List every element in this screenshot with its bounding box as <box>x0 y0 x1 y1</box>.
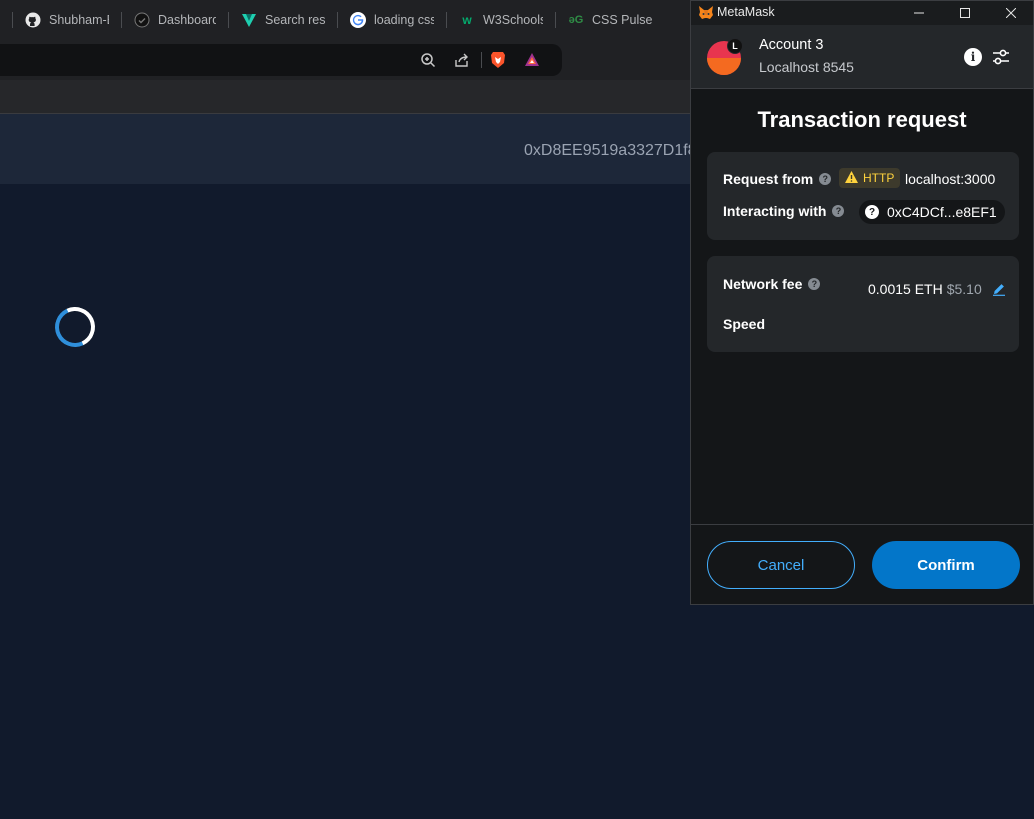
geeksforgeeks-icon: əG <box>568 14 584 26</box>
maximize-icon[interactable] <box>942 1 988 25</box>
close-icon[interactable] <box>988 1 1034 25</box>
confirm-button[interactable]: Confirm <box>872 541 1020 589</box>
network-name: Localhost 8545 <box>759 59 854 75</box>
bookmark-label: CSS Pulse a <box>592 13 654 27</box>
network-fee-value: 0.0015 ETH $5.10 <box>868 281 1006 297</box>
request-from-row: Request from ? <box>723 171 832 187</box>
unknown-contract-icon: ? <box>865 205 879 219</box>
network-badge: L <box>727 38 743 54</box>
brave-shields-icon[interactable] <box>490 52 506 68</box>
bookmark-w3schools[interactable]: w W3Schools <box>447 0 543 40</box>
metamask-window: MetaMask L Account 3 Localhost 8545 i Tr… <box>690 0 1034 605</box>
bookmark-css-pulse[interactable]: əG CSS Pulse a <box>556 0 654 40</box>
address-bar[interactable] <box>0 44 562 76</box>
footer-actions: Cancel Confirm <box>691 524 1033 604</box>
bookmark-dashboard[interactable]: Dashboard <box>122 0 216 40</box>
contract-address-pill[interactable]: ? 0xC4DCf...e8EF1 <box>859 200 1005 224</box>
avatar-pattern <box>707 58 741 75</box>
request-origin: localhost:3000 <box>905 171 996 187</box>
bookmark-loading-css[interactable]: loading css <box>338 0 434 40</box>
edit-pencil-icon[interactable] <box>992 282 1006 296</box>
bookmark-label: W3Schools <box>483 13 543 27</box>
minimize-icon[interactable] <box>896 1 942 25</box>
bookmark-label: Search resu <box>265 13 325 27</box>
metamask-fox-icon <box>698 5 714 21</box>
zoom-icon[interactable] <box>420 52 436 68</box>
wallet-address: 0xD8EE9519a3327D1f8 <box>524 142 697 159</box>
contract-address: 0xC4DCf...e8EF1 <box>887 204 997 220</box>
settings-sliders-icon[interactable] <box>990 46 1012 68</box>
bookmark-label: Shubham-B <box>49 13 109 27</box>
bookmark-search-results[interactable]: Search resu <box>229 0 325 40</box>
share-icon[interactable] <box>454 52 470 68</box>
window-title: MetaMask <box>717 5 775 19</box>
interacting-with-row: Interacting with ? <box>723 203 845 219</box>
vuetify-icon <box>241 12 257 28</box>
cancel-button[interactable]: Cancel <box>707 541 855 589</box>
account-name: Account 3 <box>759 37 824 53</box>
w3schools-icon: w <box>462 13 472 27</box>
network-fee-row: Network fee ? <box>723 276 821 292</box>
bookmark-github[interactable]: Shubham-B <box>13 0 109 40</box>
brave-rewards-icon[interactable] <box>524 52 540 68</box>
account-header: L Account 3 Localhost 8545 i <box>691 25 1033 89</box>
help-icon[interactable]: ? <box>819 173 832 185</box>
interacting-with-label: Interacting with <box>723 203 827 219</box>
request-details-card: Request from ? HTTP localhost:3000 Inter… <box>707 152 1019 240</box>
google-icon <box>350 12 366 28</box>
bookmark-label: loading css <box>374 13 434 27</box>
http-label: HTTP <box>863 171 895 185</box>
help-icon[interactable]: ? <box>808 278 821 290</box>
help-icon[interactable]: ? <box>832 205 845 217</box>
fee-eth: 0.0015 ETH <box>868 281 943 297</box>
github-icon <box>25 12 41 28</box>
separator <box>481 52 482 68</box>
bookmark-label: Dashboard <box>158 13 216 27</box>
fee-fiat: $5.10 <box>946 281 982 297</box>
network-fee-card: Network fee ? 0.0015 ETH $5.10 Speed <box>707 256 1019 352</box>
page-title: Transaction request <box>757 107 967 132</box>
http-warning-badge: HTTP <box>839 168 901 188</box>
info-icon[interactable]: i <box>964 48 982 66</box>
speed-label: Speed <box>723 316 766 332</box>
dashboard-icon <box>134 12 150 28</box>
warning-icon <box>845 170 858 186</box>
window-titlebar[interactable]: MetaMask <box>691 1 1033 25</box>
request-from-label: Request from <box>723 171 814 187</box>
speed-row: Speed <box>723 316 765 332</box>
confirmation-content: Transaction request Request from ? HTTP … <box>691 90 1033 524</box>
network-fee-label: Network fee <box>723 276 803 292</box>
